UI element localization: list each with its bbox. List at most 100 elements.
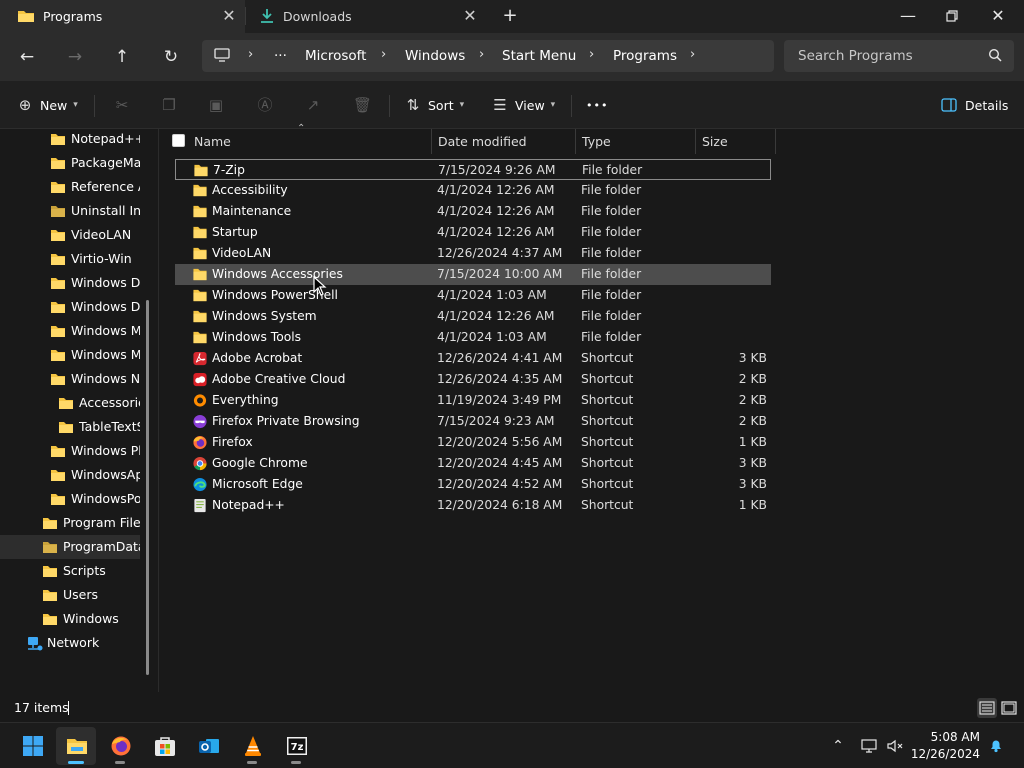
column-header-size[interactable]: Size — [696, 129, 776, 154]
taskbar-file-explorer[interactable] — [56, 727, 96, 765]
details-pane-button[interactable]: Details — [941, 93, 1008, 117]
sidebar-item[interactable]: PackageMan — [0, 151, 140, 175]
sidebar-item[interactable]: Program Files — [0, 511, 140, 535]
tab-programs[interactable]: Programs ✕ — [0, 0, 245, 33]
column-header-type[interactable]: Type — [576, 129, 696, 154]
sidebar-item[interactable]: Users — [0, 583, 140, 607]
file-row[interactable]: Accessibility 4/1/2024 12:26 AM File folde… — [175, 180, 771, 201]
sidebar-item[interactable]: Windows Def — [0, 295, 140, 319]
taskbar-outlook[interactable] — [188, 727, 228, 765]
close-tab-button[interactable]: ✕ — [221, 8, 237, 24]
taskbar-firefox[interactable] — [100, 727, 140, 765]
volume-muted-icon[interactable] — [886, 737, 904, 755]
sidebar-item[interactable]: TableTextSe — [0, 415, 140, 439]
more-options-button[interactable]: ••• — [586, 93, 608, 117]
sidebar-scrollbar[interactable] — [146, 300, 149, 675]
sidebar-item-label: VideoLAN — [71, 227, 132, 242]
file-row[interactable]: Windows Accessories 7/15/2024 10:00 AM Fil… — [175, 264, 771, 285]
folder-icon — [51, 350, 65, 361]
breadcrumb-microsoft[interactable]: Microsoft — [305, 48, 366, 64]
maximize-button[interactable] — [941, 5, 963, 27]
chevron-right-icon[interactable]: › — [589, 47, 594, 62]
sidebar-item[interactable]: VideoLAN — [0, 223, 140, 247]
taskbar-microsoft-store[interactable] — [144, 727, 184, 765]
chevron-right-icon[interactable]: › — [381, 47, 386, 62]
breadcrumb-windows[interactable]: Windows — [405, 48, 465, 64]
new-button[interactable]: ⊕ New ▾ — [16, 93, 78, 117]
file-row[interactable]: Windows System 4/1/2024 12:26 AM File fold… — [175, 306, 771, 327]
sidebar-item[interactable]: Accessories — [0, 391, 140, 415]
forward-button[interactable]: → — [61, 43, 89, 71]
search-icon — [988, 48, 1002, 62]
notifications-button[interactable] — [987, 737, 1005, 755]
title-bar: Programs ✕ Downloads ✕ + — ✕ — [0, 0, 1024, 33]
back-button[interactable]: ← — [13, 43, 41, 71]
sidebar-item[interactable]: Network — [0, 631, 140, 655]
file-row[interactable]: 7-Zip 7/15/2024 9:26 AM File folder — [175, 159, 771, 180]
start-button[interactable] — [12, 727, 52, 765]
close-window-button[interactable]: ✕ — [987, 5, 1009, 27]
sidebar-item[interactable]: Windows NT — [0, 367, 140, 391]
file-row[interactable]: Firefox Private Browsing 7/15/2024 9:23 A… — [175, 411, 771, 432]
copy-button[interactable]: ❐ — [160, 93, 178, 117]
sidebar-item[interactable]: Reference As — [0, 175, 140, 199]
minimize-button[interactable]: — — [897, 5, 919, 27]
sidebar-item[interactable]: Uninstall Info — [0, 199, 140, 223]
chevron-right-icon[interactable]: › — [690, 47, 695, 62]
address-bar[interactable]: › ··· Microsoft › Windows › Start Menu ›… — [202, 40, 774, 72]
folder-icon — [51, 494, 65, 505]
show-hidden-icons-button[interactable]: ⌃ — [829, 737, 847, 755]
sidebar-item[interactable]: Scripts — [0, 559, 140, 583]
sidebar-item[interactable]: ProgramData — [0, 535, 140, 559]
new-tab-button[interactable]: + — [500, 6, 520, 26]
sidebar-item[interactable]: Windows Ma — [0, 319, 140, 343]
sidebar-item[interactable]: Windows Def — [0, 271, 140, 295]
network-icon[interactable] — [860, 737, 878, 755]
view-button[interactable]: ☰ View ▾ — [491, 93, 555, 117]
file-row[interactable]: Windows PowerShell 4/1/2024 1:03 AM File f… — [175, 285, 771, 306]
breadcrumb-programs[interactable]: Programs — [613, 48, 677, 64]
column-header-name[interactable]: ⌃ Name — [159, 123, 432, 154]
file-row[interactable]: Everything 11/19/2024 3:49 PM Shortcut 2 KB — [175, 390, 771, 411]
sidebar-item[interactable]: Windows Pho — [0, 439, 140, 463]
refresh-button[interactable]: ↻ — [157, 43, 185, 71]
details-view-button[interactable] — [977, 698, 997, 718]
breadcrumb-overflow[interactable]: ··· — [274, 48, 287, 64]
sidebar-item[interactable]: Windows — [0, 607, 140, 631]
chevron-right-icon[interactable]: › — [479, 47, 484, 62]
search-input[interactable]: Search Programs — [784, 40, 1014, 72]
breadcrumb-start-menu[interactable]: Start Menu — [502, 48, 576, 64]
sidebar-item[interactable]: WindowsApp — [0, 463, 140, 487]
column-header-date[interactable]: Date modified — [432, 129, 576, 154]
file-row[interactable]: Firefox 12/20/2024 5:56 AM Shortcut 1 KB — [175, 432, 771, 453]
file-row[interactable]: Google Chrome 12/20/2024 4:45 AM Shortcut 3… — [175, 453, 771, 474]
taskbar-7zip[interactable]: 7z — [276, 727, 316, 765]
file-row[interactable]: VideoLAN 12/26/2024 4:37 AM File folder — [175, 243, 771, 264]
close-tab-button[interactable]: ✕ — [462, 8, 478, 24]
file-row[interactable]: Adobe Creative Cloud 12/26/2024 4:35 AM Sh… — [175, 369, 771, 390]
sidebar-item[interactable]: Notepad++ — [0, 129, 140, 151]
rename-button[interactable]: Ⓐ — [256, 93, 274, 117]
up-button[interactable]: ↑ — [108, 43, 136, 71]
sidebar-item[interactable]: Virtio-Win — [0, 247, 140, 271]
tab-downloads[interactable]: Downloads ✕ — [246, 0, 486, 33]
sidebar-item[interactable]: Windows Me — [0, 343, 140, 367]
system-clock[interactable]: 5:08 AM 12/26/2024 — [911, 729, 980, 763]
delete-button[interactable]: 🗑 — [353, 93, 372, 117]
file-row[interactable]: Maintenance 4/1/2024 12:26 AM File folder — [175, 201, 771, 222]
large-icons-view-button[interactable] — [999, 698, 1019, 718]
file-row[interactable]: Microsoft Edge 12/20/2024 4:52 AM Shortcut… — [175, 474, 771, 495]
cut-button[interactable]: ✂ — [113, 93, 131, 117]
sidebar-item-label: PackageMan — [71, 155, 140, 170]
file-row[interactable]: Windows Tools 4/1/2024 1:03 AM File folder — [175, 327, 771, 348]
paste-button[interactable]: ▣ — [207, 93, 225, 117]
sidebar-item[interactable]: WindowsPov — [0, 487, 140, 511]
file-size: 1 KB — [738, 435, 767, 449]
file-row[interactable]: Notepad++ 12/20/2024 6:18 AM Shortcut 1 KB — [175, 495, 771, 516]
file-row[interactable]: Adobe Acrobat 12/26/2024 4:41 AM Shortcut 3… — [175, 348, 771, 369]
taskbar-vlc[interactable] — [232, 727, 272, 765]
select-all-checkbox[interactable] — [172, 134, 185, 147]
share-button[interactable]: ↗ — [304, 93, 322, 117]
file-row[interactable]: Startup 4/1/2024 12:26 AM File folder — [175, 222, 771, 243]
sort-button[interactable]: ⇅ Sort ▾ — [404, 93, 464, 117]
